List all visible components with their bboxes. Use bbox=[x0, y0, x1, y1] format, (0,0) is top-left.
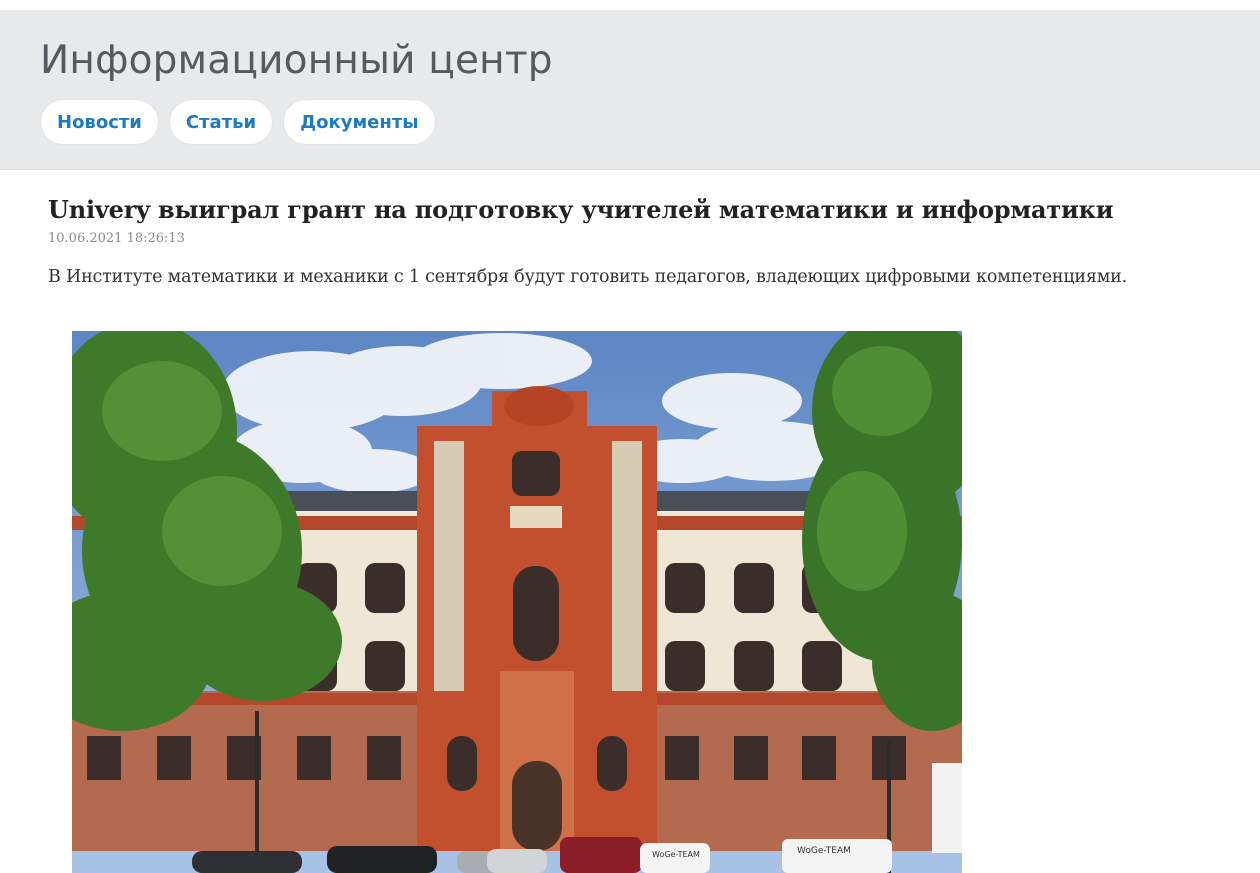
article-lead: В Институте математики и механики с 1 се… bbox=[48, 267, 1127, 287]
building-photo-illustration: WoGe-TEAM WoGe-TEAM bbox=[72, 331, 962, 873]
nav-documents-button[interactable]: Документы bbox=[283, 99, 436, 145]
info-board bbox=[932, 763, 962, 853]
van-label-1: WoGe-TEAM bbox=[652, 850, 700, 859]
top-strip bbox=[0, 0, 1260, 10]
article-photo: WoGe-TEAM WoGe-TEAM bbox=[72, 331, 962, 873]
street-lamp bbox=[255, 711, 259, 873]
site-title: Информационный центр bbox=[40, 38, 553, 83]
site-header: Информационный центр Новости Статьи Доку… bbox=[0, 10, 1260, 170]
article-date: 10.06.2021 18:26:13 bbox=[48, 231, 185, 246]
main-nav: Новости Статьи Документы bbox=[40, 99, 436, 145]
nav-articles-button[interactable]: Статьи bbox=[168, 99, 274, 145]
article: Univery выиграл грант на подготовку учит… bbox=[48, 195, 1248, 287]
nav-news-button[interactable]: Новости bbox=[40, 99, 159, 145]
van-label-2: WoGe-TEAM bbox=[797, 846, 851, 856]
article-title: Univery выиграл грант на подготовку учит… bbox=[48, 195, 1114, 224]
